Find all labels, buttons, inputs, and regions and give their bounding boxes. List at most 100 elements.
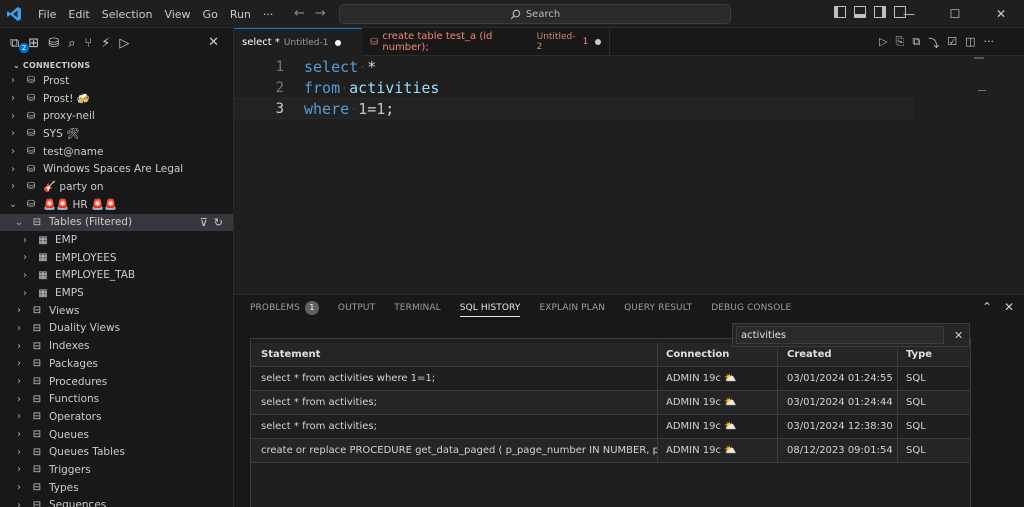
folder-duality-views[interactable]: › ⊟ Duality Views: [0, 320, 233, 338]
clear-filter-icon[interactable]: ✕: [954, 329, 963, 342]
folder-label: Packages: [49, 357, 98, 370]
table-label: EMPLOYEE_TAB: [55, 269, 136, 282]
menu-run[interactable]: Run: [224, 8, 257, 21]
tab-explain-plan[interactable]: EXPLAIN PLAN: [539, 303, 605, 313]
code-editor[interactable]: 1 select·* 2 from·activities 3 where·1=1;: [234, 56, 1024, 294]
ai-assistant-icon[interactable]: ⚡: [101, 36, 110, 51]
menu-selection[interactable]: Selection: [96, 8, 159, 21]
table-item[interactable]: › ▦ EMPLOYEE_TAB: [0, 267, 233, 285]
explain-plan-icon[interactable]: ⧉: [912, 35, 920, 51]
connections-section-header[interactable]: ⌄ CONNECTIONS: [0, 58, 233, 72]
unsaved-dot-icon[interactable]: [335, 39, 342, 46]
cell-created: 08/12/2023 09:01:54: [778, 439, 898, 462]
back-arrow-icon[interactable]: ←: [294, 6, 305, 21]
folder-queues-tables[interactable]: › ⊟ Queues Tables: [0, 443, 233, 461]
maximize-button[interactable]: ☐: [932, 0, 978, 28]
toggle-panel-icon[interactable]: [854, 6, 866, 18]
code-line[interactable]: 2 from·activities: [234, 77, 914, 98]
close-window-button[interactable]: ✕: [978, 0, 1024, 28]
code-line[interactable]: 3 where·1=1;: [234, 98, 914, 119]
database-icon: ⛁: [26, 128, 36, 140]
folder-types[interactable]: › ⊟ Types: [0, 479, 233, 497]
connection-label: Prost! 🍻: [43, 93, 90, 106]
explorer-icon[interactable]: ⧉: [10, 36, 19, 51]
tables-filtered-node[interactable]: ⌄ ⊟ Tables (Filtered) ⊽ ↻: [0, 213, 233, 232]
code-text: select·*: [304, 58, 376, 76]
table-row[interactable]: select * from activities; ADMIN 19c ⛅ 03/01…: [251, 415, 970, 439]
table-item[interactable]: › ▦ EMP: [0, 231, 233, 249]
tab-query-result[interactable]: QUERY RESULT: [624, 303, 692, 313]
folder-triggers[interactable]: › ⊟ Triggers: [0, 461, 233, 479]
cell-connection: ADMIN 19c ⛅: [658, 391, 778, 414]
extensions-icon[interactable]: ⊞: [28, 36, 39, 51]
folder-label: Duality Views: [49, 322, 121, 335]
format-icon[interactable]: ⤵: [928, 35, 939, 51]
run-statement-icon[interactable]: ▷: [879, 35, 887, 51]
close-panel-icon[interactable]: ✕: [1004, 300, 1014, 314]
folder-queues[interactable]: › ⊟ Queues: [0, 426, 233, 444]
connection-item[interactable]: ⌄ ⛁ 🚨🚨 HR 🚨🚨: [0, 196, 233, 214]
connection-item[interactable]: › ⛁ Windows Spaces Are Legal: [0, 160, 233, 178]
connection-item[interactable]: › ⛁ proxy-neil: [0, 107, 233, 125]
folder-operators[interactable]: › ⊟ Operators: [0, 408, 233, 426]
refresh-icon[interactable]: ↻: [214, 216, 223, 229]
table-row[interactable]: create or replace PROCEDURE get_data_pag…: [251, 439, 970, 463]
history-filter-input[interactable]: [736, 326, 944, 344]
forward-arrow-icon[interactable]: →: [315, 6, 326, 21]
table-row[interactable]: select * from activities; ADMIN 19c ⛅ 03/01…: [251, 391, 970, 415]
minimap[interactable]: [974, 57, 984, 59]
explorer-badge: 2: [19, 43, 29, 53]
database-icon: ⛁: [26, 181, 36, 193]
folder-icon: ⊟: [32, 376, 42, 388]
menu-file[interactable]: File: [32, 8, 62, 21]
connection-item[interactable]: › ⛁ 🎸 party on: [0, 178, 233, 196]
maximize-panel-icon[interactable]: ⌃: [982, 300, 992, 314]
connection-item[interactable]: › ⛁ SYS 🛠: [0, 125, 233, 143]
run-debug-icon[interactable]: ▷: [119, 36, 129, 51]
menu-edit[interactable]: Edit: [62, 8, 95, 21]
menu-go[interactable]: Go: [197, 8, 224, 21]
code-line[interactable]: 1 select·*: [234, 56, 914, 77]
folder-functions[interactable]: › ⊟ Functions: [0, 390, 233, 408]
connection-item[interactable]: › ⛁ Prost: [0, 72, 233, 90]
toggle-secondary-sidebar-icon[interactable]: [874, 6, 886, 18]
tab-untitled-1[interactable]: select * Untitled-1: [234, 28, 362, 56]
source-control-icon[interactable]: ⑂: [84, 36, 92, 51]
tab-untitled-2[interactable]: ⛁ create table test_a (id number); Untit…: [362, 28, 610, 56]
connection-item[interactable]: › ⛁ Prost! 🍻: [0, 90, 233, 108]
menu-view[interactable]: View: [158, 8, 196, 21]
table-item[interactable]: › ▦ EMPS: [0, 284, 233, 302]
toggle-primary-sidebar-icon[interactable]: [834, 6, 846, 18]
table-icon: ▦: [38, 269, 48, 281]
database-icon: ⛁: [26, 75, 36, 87]
table-item[interactable]: › ▦ EMPLOYEES: [0, 249, 233, 267]
tab-output[interactable]: OUTPUT: [338, 303, 375, 313]
connection-item[interactable]: › ⛁ test@name: [0, 143, 233, 161]
tab-debug-console[interactable]: DEBUG CONSOLE: [711, 303, 791, 313]
connection-name: ADMIN 19c: [666, 421, 721, 432]
tab-problems[interactable]: PROBLEMS 1: [250, 301, 319, 315]
split-editor-icon[interactable]: ◫: [965, 35, 975, 51]
run-script-icon[interactable]: ⎘: [896, 35, 905, 51]
database-explorer-icon[interactable]: ⛁: [48, 36, 59, 51]
column-statement[interactable]: Statement: [251, 343, 658, 366]
chevron-down-icon: ⌄: [13, 60, 20, 70]
folder-sequences[interactable]: › ⊟ Sequences: [0, 497, 233, 507]
folder-indexes[interactable]: › ⊟ Indexes: [0, 337, 233, 355]
tab-terminal[interactable]: TERMINAL: [394, 303, 441, 313]
unsaved-dot-icon[interactable]: [595, 39, 601, 45]
menu-more[interactable]: ···: [257, 8, 280, 21]
filter-icon[interactable]: ⊽: [200, 216, 208, 229]
close-sidebar-icon[interactable]: ✕: [208, 35, 219, 50]
table-row[interactable]: select * from activities where 1=1; ADMIN…: [251, 367, 970, 391]
cell-type: SQL: [906, 445, 926, 456]
folder-views[interactable]: › ⊟ Views: [0, 302, 233, 320]
command-center-search[interactable]: Search: [339, 4, 731, 24]
commit-icon[interactable]: ☑: [947, 35, 957, 51]
more-actions-icon[interactable]: ···: [984, 35, 995, 51]
search-view-icon[interactable]: ⌕: [68, 36, 75, 51]
tab-sql-history[interactable]: SQL HISTORY: [459, 299, 521, 317]
folder-packages[interactable]: › ⊟ Packages: [0, 355, 233, 373]
minimize-button[interactable]: —: [886, 0, 932, 28]
folder-procedures[interactable]: › ⊟ Procedures: [0, 373, 233, 391]
